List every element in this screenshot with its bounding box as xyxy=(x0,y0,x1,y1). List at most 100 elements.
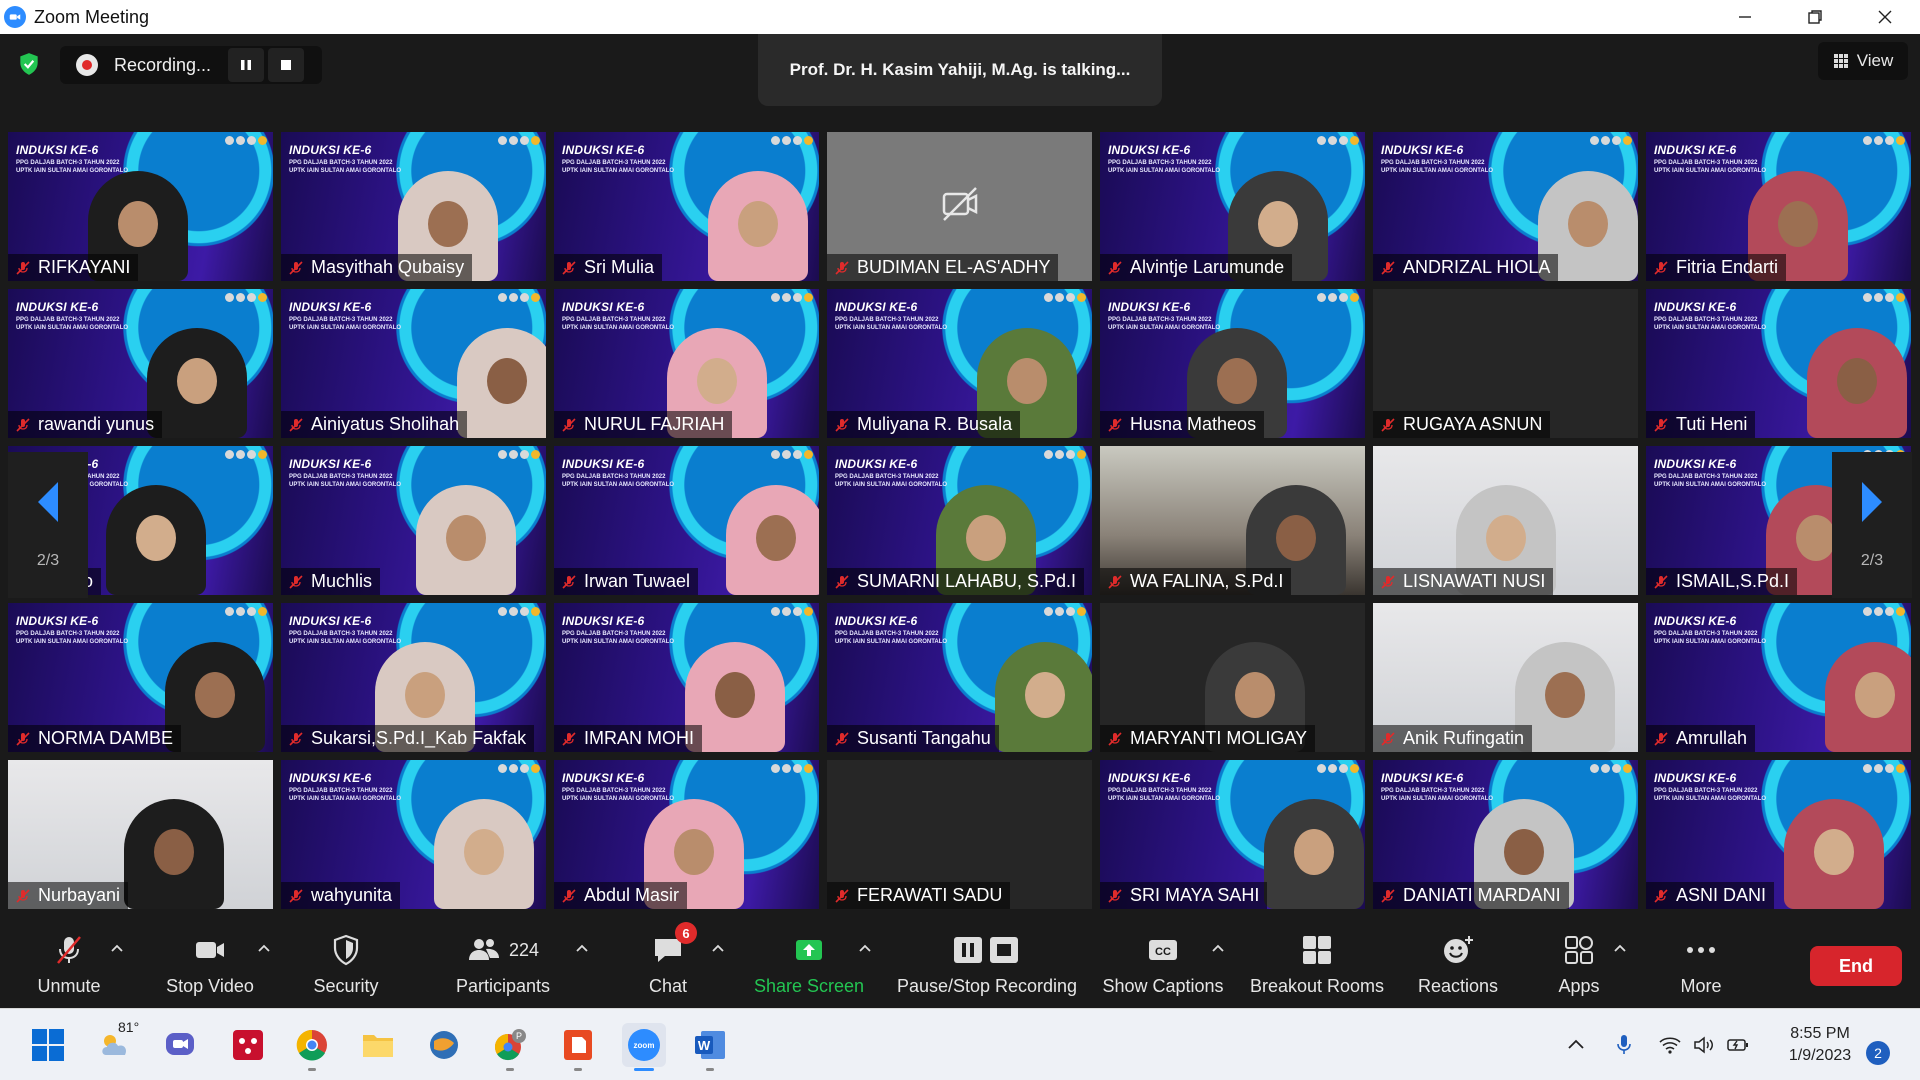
participant-tile[interactable]: INDUKSI KE-6 PPG DALJAB BATCH-3 TAHUN 202… xyxy=(1646,603,1911,752)
unmute-button[interactable]: Unmute xyxy=(34,930,104,1000)
virtual-background-line2: UPTK IAIN SULTAN AMAI GORONTALO xyxy=(1108,324,1221,331)
virtual-background-title: INDUKSI KE-6 xyxy=(1381,771,1464,785)
microphone-tray[interactable] xyxy=(1610,1031,1638,1059)
chat-options-chevron-icon[interactable] xyxy=(710,940,726,956)
captions-options-chevron-icon[interactable] xyxy=(1210,940,1226,956)
participant-name: ANDRIZAL HIOLA xyxy=(1403,257,1551,277)
participant-tile[interactable]: LISNAWATI NUSI xyxy=(1373,446,1638,595)
security-button[interactable]: Security xyxy=(306,930,386,1000)
next-page-button[interactable]: 2/3 xyxy=(1832,452,1912,598)
participant-tile[interactable]: INDUKSI KE-6 PPG DALJAB BATCH-3 TAHUN 202… xyxy=(554,603,819,752)
taskbar-teams-chat[interactable] xyxy=(158,1023,202,1067)
taskbar-word[interactable]: W xyxy=(688,1023,732,1071)
video-options-chevron-icon[interactable] xyxy=(256,940,272,956)
participant-tile[interactable]: INDUKSI KE-6 PPG DALJAB BATCH-3 TAHUN 202… xyxy=(554,132,819,281)
pause-stop-recording-button[interactable]: Pause/Stop Recording xyxy=(894,930,1080,1000)
participant-tile[interactable]: INDUKSI KE-6 PPG DALJAB BATCH-3 TAHUN 202… xyxy=(1100,289,1365,438)
participant-tile[interactable]: INDUKSI KE-6 PPG DALJAB BATCH-3 TAHUN 202… xyxy=(1646,132,1911,281)
participant-namebar: LISNAWATI NUSI xyxy=(1373,568,1554,595)
participant-tile[interactable]: RUGAYA ASNUN xyxy=(1373,289,1638,438)
participant-namebar: ASNI DANI xyxy=(1646,882,1775,909)
participant-tile[interactable]: FERAWATI SADU xyxy=(827,760,1092,909)
participant-tile[interactable]: INDUKSI KE-6 PPG DALJAB BATCH-3 TAHUN 202… xyxy=(1100,132,1365,281)
reactions-button[interactable]: Reactions xyxy=(1412,930,1504,1000)
minimize-button[interactable] xyxy=(1710,0,1780,34)
taskbar-office-app[interactable] xyxy=(556,1023,600,1071)
participant-tile[interactable]: MARYANTI MOLIGAY xyxy=(1100,603,1365,752)
participant-tile[interactable]: Anik Rufingatin xyxy=(1373,603,1638,752)
breakout-rooms-button[interactable]: Breakout Rooms xyxy=(1246,930,1388,1000)
participant-tile[interactable]: INDUKSI KE-6 PPG DALJAB BATCH-3 TAHUN 202… xyxy=(8,603,273,752)
virtual-background-line1: PPG DALJAB BATCH-3 TAHUN 2022 xyxy=(289,317,393,323)
encryption-shield-icon[interactable] xyxy=(12,47,46,81)
taskbar-app-red[interactable] xyxy=(226,1023,270,1067)
participant-tile[interactable]: INDUKSI KE-6 PPG DALJAB BATCH-3 TAHUN 202… xyxy=(1100,760,1365,909)
virtual-background-line2: UPTK IAIN SULTAN AMAI GORONTALO xyxy=(16,167,129,174)
taskbar-chrome[interactable] xyxy=(290,1023,334,1071)
share-screen-button[interactable]: Share Screen xyxy=(752,930,866,1000)
mic-muted-icon xyxy=(1377,885,1399,907)
volume-tray[interactable] xyxy=(1690,1031,1718,1059)
participant-video xyxy=(416,485,516,595)
mic-muted-icon xyxy=(558,885,580,907)
participant-tile[interactable]: INDUKSI KE-6 PPG DALJAB BATCH-3 TAHUN 202… xyxy=(281,603,546,752)
participants-options-chevron-icon[interactable] xyxy=(574,940,590,956)
participant-namebar: Susanti Tangahu xyxy=(827,725,999,752)
participant-tile[interactable]: INDUKSI KE-6 PPG DALJAB BATCH-3 TAHUN 202… xyxy=(1373,132,1638,281)
close-button[interactable] xyxy=(1850,0,1920,34)
pause-recording-button[interactable] xyxy=(228,48,264,82)
audio-options-chevron-icon[interactable] xyxy=(109,940,125,956)
taskbar-browser-app[interactable] xyxy=(422,1023,466,1067)
participant-tile[interactable]: INDUKSI KE-6 PPG DALJAB BATCH-3 TAHUN 202… xyxy=(827,289,1092,438)
stop-recording-button[interactable] xyxy=(268,48,304,82)
share-options-chevron-icon[interactable] xyxy=(857,940,873,956)
participant-tile[interactable]: INDUKSI KE-6 PPG DALJAB BATCH-3 TAHUN 202… xyxy=(1646,289,1911,438)
participant-tile[interactable]: INDUKSI KE-6 PPG DALJAB BATCH-3 TAHUN 202… xyxy=(827,603,1092,752)
participant-tile[interactable]: INDUKSI KE-6 PPG DALJAB BATCH-3 TAHUN 202… xyxy=(827,446,1092,595)
more-button[interactable]: More xyxy=(1666,930,1736,1000)
participants-button[interactable]: 224 Participants xyxy=(450,930,556,1000)
restore-button[interactable] xyxy=(1780,0,1850,34)
participant-tile[interactable]: INDUKSI KE-6 PPG DALJAB BATCH-3 TAHUN 202… xyxy=(554,760,819,909)
taskbar-zoom[interactable]: zoom xyxy=(622,1023,666,1071)
more-dots-icon xyxy=(1687,947,1715,953)
participant-tile[interactable]: Nurbayani xyxy=(8,760,273,909)
participant-tile[interactable]: INDUKSI KE-6 PPG DALJAB BATCH-3 TAHUN 202… xyxy=(8,289,273,438)
participant-face xyxy=(136,515,176,561)
participant-face xyxy=(1837,358,1877,404)
participant-name: Nurbayani xyxy=(38,885,121,905)
apps-options-chevron-icon[interactable] xyxy=(1612,940,1628,956)
chat-button[interactable]: 6 Chat xyxy=(630,922,706,1000)
participant-tile[interactable]: INDUKSI KE-6 PPG DALJAB BATCH-3 TAHUN 202… xyxy=(281,446,546,595)
participants-icon xyxy=(468,939,499,960)
end-meeting-button[interactable]: End xyxy=(1810,946,1902,986)
participant-tile[interactable]: INDUKSI KE-6 PPG DALJAB BATCH-3 TAHUN 202… xyxy=(1646,760,1911,909)
previous-page-button[interactable]: 2/3 xyxy=(8,452,88,598)
view-button[interactable]: View xyxy=(1818,42,1908,80)
participant-tile[interactable]: INDUKSI KE-6 PPG DALJAB BATCH-3 TAHUN 202… xyxy=(281,132,546,281)
battery-tray[interactable] xyxy=(1724,1031,1752,1059)
taskbar-file-explorer[interactable] xyxy=(356,1023,400,1067)
taskbar-clock[interactable]: 8:55 PM 1/9/2023 xyxy=(1770,1023,1870,1067)
participant-tile[interactable]: WA FALINA, S.Pd.I xyxy=(1100,446,1365,595)
participant-tile[interactable]: INDUKSI KE-6 PPG DALJAB BATCH-3 TAHUN 202… xyxy=(554,446,819,595)
participant-tile[interactable]: INDUKSI KE-6 PPG DALJAB BATCH-3 TAHUN 202… xyxy=(8,132,273,281)
start-button[interactable] xyxy=(26,1023,70,1067)
show-hidden-icons-button[interactable] xyxy=(1562,1031,1590,1059)
wifi-tray[interactable] xyxy=(1656,1031,1684,1059)
virtual-background-logos xyxy=(1317,293,1359,302)
folder-icon xyxy=(363,1035,393,1057)
participant-tile[interactable]: INDUKSI KE-6 PPG DALJAB BATCH-3 TAHUN 202… xyxy=(281,760,546,909)
virtual-background-logos xyxy=(1317,136,1359,145)
stop-video-button[interactable]: Stop Video xyxy=(160,930,260,1000)
participant-tile[interactable]: INDUKSI KE-6 PPG DALJAB BATCH-3 TAHUN 202… xyxy=(554,289,819,438)
notification-badge[interactable]: 2 xyxy=(1866,1041,1890,1065)
show-captions-button[interactable]: CC Show Captions xyxy=(1100,930,1226,1000)
virtual-background-title: INDUKSI KE-6 xyxy=(1654,614,1737,628)
participant-tile[interactable]: BUDIMAN EL-AS'ADHY xyxy=(827,132,1092,281)
participant-tile[interactable]: INDUKSI KE-6 PPG DALJAB BATCH-3 TAHUN 202… xyxy=(1373,760,1638,909)
chrome-icon xyxy=(296,1029,327,1061)
participant-tile[interactable]: INDUKSI KE-6 PPG DALJAB BATCH-3 TAHUN 202… xyxy=(281,289,546,438)
taskbar-chrome-profile[interactable]: P xyxy=(488,1023,532,1071)
apps-button[interactable]: Apps xyxy=(1544,930,1614,1000)
